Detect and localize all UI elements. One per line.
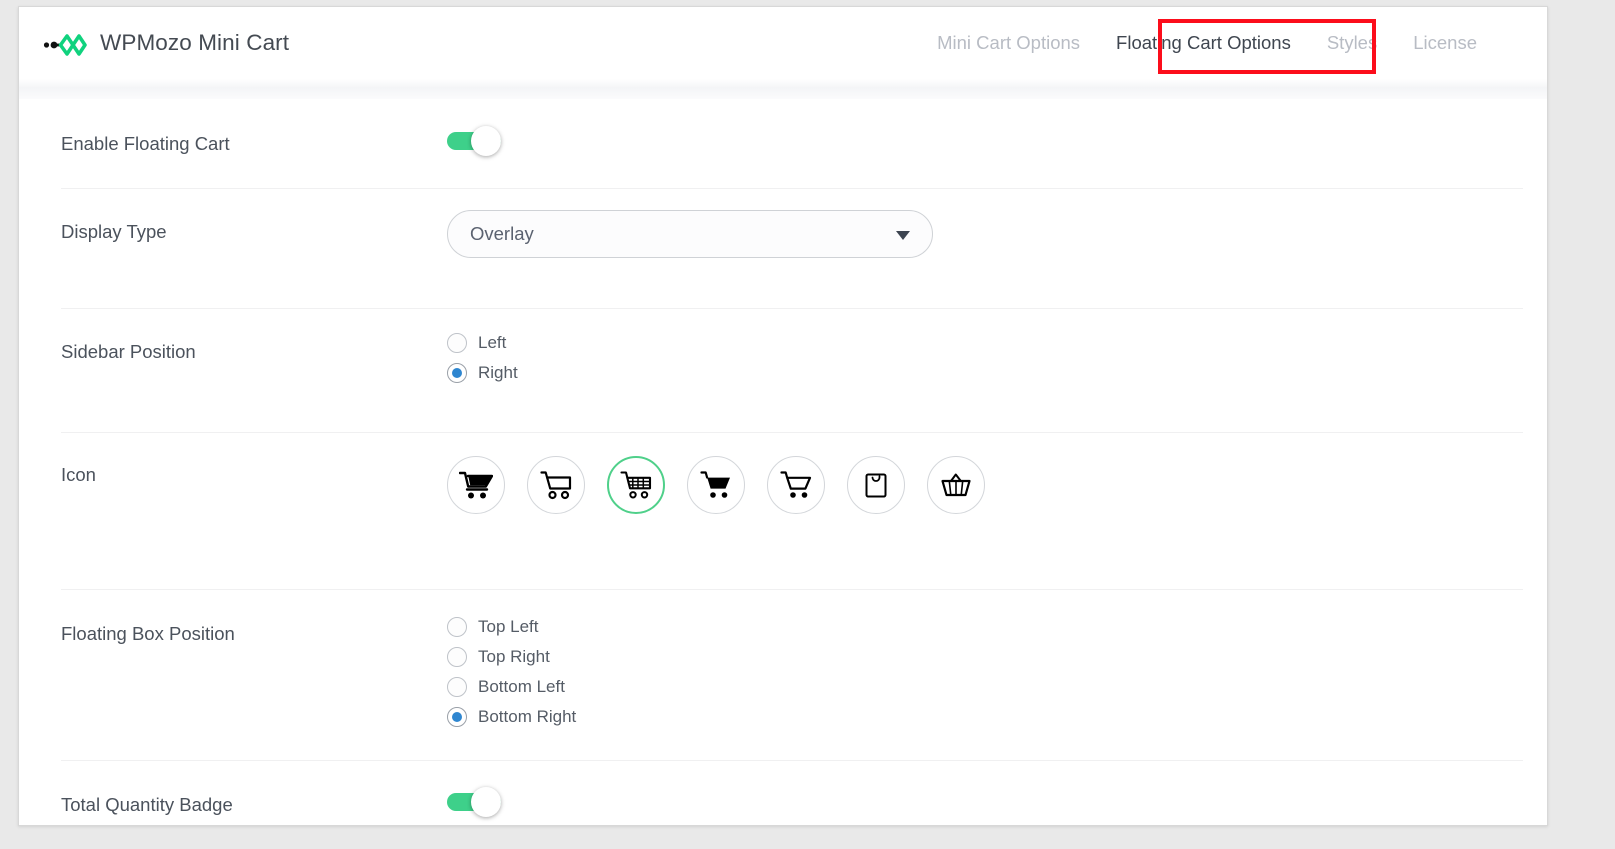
radio-dot — [447, 707, 467, 727]
control-icon-picker — [447, 433, 1523, 514]
radio-floating-box-position-top-right[interactable]: Top Right — [447, 647, 1523, 667]
control-enable-floating-cart — [447, 99, 1523, 161]
tab-license[interactable]: License — [1395, 32, 1495, 54]
plugin-settings-window: WPMozo Mini Cart Mini Cart Options Float… — [18, 6, 1548, 826]
toggle-knob — [471, 126, 501, 156]
label-floating-box-position: Floating Box Position — [61, 623, 235, 644]
icon-option-shopping-basket[interactable] — [927, 456, 985, 514]
label-enable-floating-cart: Enable Floating Cart — [61, 133, 230, 154]
tab-floating-cart-options[interactable]: Floating Cart Options — [1098, 32, 1309, 54]
radio-sidebar-position-right[interactable]: Right — [447, 363, 1523, 383]
icon-option-cart-filled[interactable] — [687, 456, 745, 514]
radio-label: Top Left — [478, 617, 539, 636]
radio-dot — [447, 677, 467, 697]
setting-row-icon: Icon — [19, 433, 1547, 590]
header-separator-band — [19, 79, 1547, 99]
radio-label: Left — [478, 333, 507, 352]
setting-row-sidebar-position: Sidebar Position Left Right — [19, 309, 1547, 433]
radio-group-sidebar-position: Left Right — [447, 333, 1523, 383]
cart-outline-icon — [540, 470, 572, 500]
toggle-knob — [471, 787, 501, 817]
select-display-type[interactable]: Overlay — [447, 210, 933, 258]
label-total-quantity-badge: Total Quantity Badge — [61, 794, 233, 815]
settings-list: Enable Floating Cart Display Type Overla… — [19, 99, 1547, 825]
radio-dot — [447, 617, 467, 637]
radio-sidebar-position-left[interactable]: Left — [447, 333, 1523, 353]
control-display-type: Overlay — [447, 189, 1523, 258]
label-icon: Icon — [61, 464, 96, 485]
radio-floating-box-position-bottom-left[interactable]: Bottom Left — [447, 677, 1523, 697]
toggle-total-quantity-badge[interactable] — [447, 787, 517, 817]
cart-filled-icon — [700, 470, 732, 500]
control-total-quantity-badge — [447, 761, 1523, 822]
select-display-type-value: Overlay — [470, 223, 534, 244]
radio-dot — [447, 363, 467, 383]
toggle-enable-floating-cart[interactable] — [447, 126, 517, 156]
wpmozo-logo-icon — [43, 30, 87, 56]
radio-dot — [447, 647, 467, 667]
brand: WPMozo Mini Cart — [43, 30, 289, 56]
control-floating-box-position: Top Left Top Right Bottom Left Bottom Ri… — [447, 590, 1523, 727]
tab-mini-cart-options[interactable]: Mini Cart Options — [919, 32, 1098, 54]
shopping-bag-icon — [863, 470, 889, 500]
radio-label: Bottom Left — [478, 677, 565, 696]
chevron-down-icon — [896, 231, 910, 240]
setting-row-total-quantity-badge: Total Quantity Badge — [19, 761, 1547, 825]
setting-row-enable-floating-cart: Enable Floating Cart — [19, 99, 1547, 189]
radio-group-floating-box-position: Top Left Top Right Bottom Left Bottom Ri… — [447, 617, 1523, 727]
app-title: WPMozo Mini Cart — [100, 30, 290, 55]
label-display-type: Display Type — [61, 221, 167, 242]
cart-grid-basket-icon — [620, 470, 652, 500]
icon-option-cart-outline-trapezoid[interactable] — [767, 456, 825, 514]
cart-outline-trapezoid-icon — [780, 470, 812, 500]
cart-filled-tilted-icon — [459, 470, 493, 500]
shopping-basket-icon — [940, 471, 972, 499]
radio-label: Top Right — [478, 647, 550, 666]
control-sidebar-position: Left Right — [447, 309, 1523, 383]
tab-styles[interactable]: Styles — [1309, 32, 1395, 54]
icon-option-cart-outline[interactable] — [527, 456, 585, 514]
radio-label: Right — [478, 363, 518, 382]
setting-row-display-type: Display Type Overlay — [19, 189, 1547, 309]
nav-tabs: Mini Cart Options Floating Cart Options … — [919, 32, 1525, 54]
app-header: WPMozo Mini Cart Mini Cart Options Float… — [19, 7, 1547, 79]
icon-option-cart-grid-basket[interactable] — [607, 456, 665, 514]
radio-floating-box-position-bottom-right[interactable]: Bottom Right — [447, 707, 1523, 727]
icon-option-cart-filled-tilted[interactable] — [447, 456, 505, 514]
radio-label: Bottom Right — [478, 707, 577, 726]
radio-floating-box-position-top-left[interactable]: Top Left — [447, 617, 1523, 637]
label-sidebar-position: Sidebar Position — [61, 341, 196, 362]
icon-option-shopping-bag[interactable] — [847, 456, 905, 514]
setting-row-floating-box-position: Floating Box Position Top Left Top Right… — [19, 590, 1547, 761]
icon-picker — [447, 456, 1523, 514]
radio-dot — [447, 333, 467, 353]
